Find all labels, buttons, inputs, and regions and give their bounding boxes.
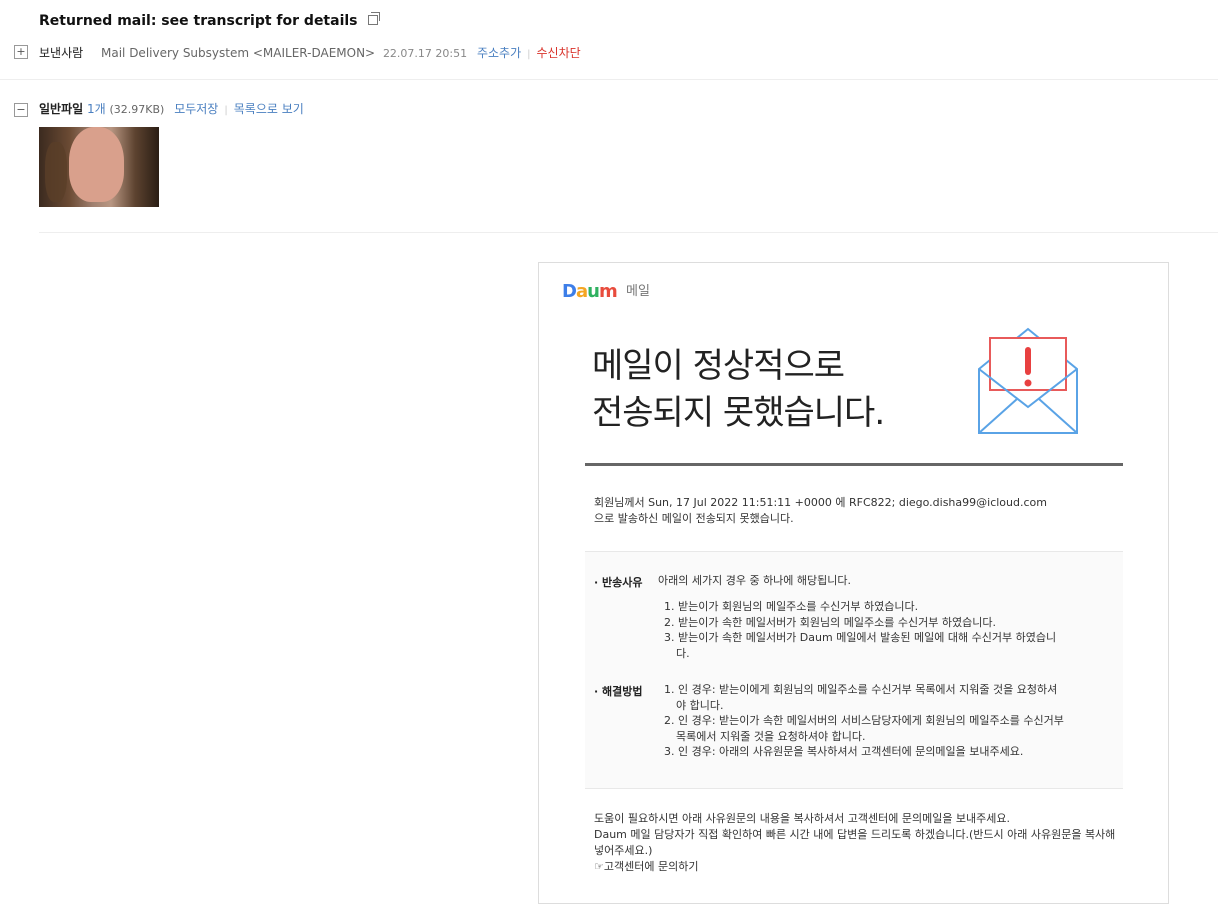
- list-item: 2. 인 경우: 받는이가 속한 메일서버의 서비스담당자에게 회원님의 메일주…: [664, 714, 1064, 743]
- divider: [39, 232, 1218, 233]
- mail-subject: Returned mail: see transcript for detail…: [39, 12, 381, 29]
- attachments-size: (32.97KB): [109, 103, 165, 116]
- attachments-label: 일반파일: [39, 102, 84, 116]
- view-list-button[interactable]: 목록으로 보기: [234, 102, 304, 116]
- thumbnail-detail: [45, 142, 67, 202]
- daum-logo: Daum 메일: [562, 281, 650, 302]
- mail-date: 22.07.17 20:51: [382, 47, 468, 60]
- bounce-notice-card: Daum 메일 메일이 정상적으로 전송되지 못했습니다. 회원님께서 Sun,…: [538, 262, 1169, 904]
- divider: [0, 79, 1218, 80]
- headline-line: 메일이 정상적으로: [592, 346, 845, 386]
- list-item: 3. 인 경우: 아래의 사유원문을 복사하셔서 고객센터에 문의메일을 보내주…: [664, 745, 1024, 758]
- intro-line: 으로 발송하신 메일이 전송되지 못했습니다.: [594, 512, 794, 525]
- divider: [585, 463, 1123, 466]
- help-line: 도움이 필요하시면 아래 사유원문의 내용을 복사하셔서 고객센터에 문의메일을…: [594, 812, 1011, 825]
- help-text: 도움이 필요하시면 아래 사유원문의 내용을 복사하셔서 고객센터에 문의메일을…: [594, 811, 1124, 875]
- solution-label: · 해결방법: [594, 685, 643, 698]
- attachments-count: 1개: [87, 102, 106, 116]
- attachments-row: 일반파일 1개 (32.97KB) 모두저장 | 목록으로 보기: [39, 100, 304, 117]
- solution-list: 1. 인 경우: 받는이에게 회원님의 메일주소를 수신거부 목록에서 지워줄 …: [664, 682, 1064, 760]
- list-item: 3. 받는이가 속한 메일서버가 Daum 메일에서 발송된 메일에 대해 수신…: [664, 631, 1057, 660]
- headline-line: 전송되지 못했습니다.: [592, 393, 885, 433]
- thumbnail-detail: [69, 127, 124, 202]
- block-sender-link[interactable]: 수신차단: [537, 46, 581, 60]
- mail-subject-text: Returned mail: see transcript for detail…: [39, 13, 358, 29]
- reason-list: 1. 받는이가 회원님의 메일주소를 수신거부 하였습니다. 2. 받는이가 속…: [664, 599, 1064, 661]
- contact-support-link[interactable]: ☞고객센터에 문의하기: [594, 859, 1124, 875]
- add-address-link[interactable]: 주소추가: [477, 46, 521, 60]
- save-all-button[interactable]: 모두저장: [174, 102, 218, 116]
- expand-sender-toggle-icon[interactable]: +: [14, 45, 28, 59]
- list-item: 1. 받는이가 회원님의 메일주소를 수신거부 하였습니다.: [664, 600, 919, 613]
- collapse-attachments-toggle-icon[interactable]: −: [14, 103, 28, 117]
- list-item: 1. 인 경우: 받는이에게 회원님의 메일주소를 수신거부 목록에서 지워줄 …: [664, 683, 1058, 712]
- logo-sub: 메일: [625, 284, 650, 299]
- intro-text: 회원님께서 Sun, 17 Jul 2022 11:51:11 +0000 에 …: [594, 495, 1047, 527]
- sender-row: 보낸사람 Mail Delivery Subsystem <MAILER-DAE…: [39, 44, 581, 61]
- divider: |: [527, 49, 531, 60]
- reason-box: · 반송사유 아래의 세가지 경우 중 하나에 해당됩니다. 1. 받는이가 회…: [585, 551, 1123, 789]
- from-label: 보낸사람: [39, 46, 84, 60]
- copy-icon[interactable]: [368, 12, 381, 25]
- help-line: Daum 메일 담당자가 직접 확인하여 빠른 시간 내에 답변을 드리도록 하…: [594, 828, 1116, 857]
- notice-headline: 메일이 정상적으로 전송되지 못했습니다.: [592, 343, 885, 437]
- sender-address[interactable]: Mail Delivery Subsystem <MAILER-DAEMON>: [101, 46, 375, 60]
- reason-text: 아래의 세가지 경우 중 하나에 해당됩니다.: [658, 574, 852, 587]
- intro-line: 회원님께서 Sun, 17 Jul 2022 11:51:11 +0000 에 …: [594, 496, 1047, 509]
- reason-label: · 반송사유: [594, 576, 643, 589]
- attachment-image-thumbnail[interactable]: [39, 127, 159, 207]
- divider: |: [224, 105, 228, 116]
- list-item: 2. 받는이가 속한 메일서버가 회원님의 메일주소를 수신거부 하였습니다.: [664, 615, 996, 629]
- returned-envelope-icon: [978, 327, 1078, 434]
